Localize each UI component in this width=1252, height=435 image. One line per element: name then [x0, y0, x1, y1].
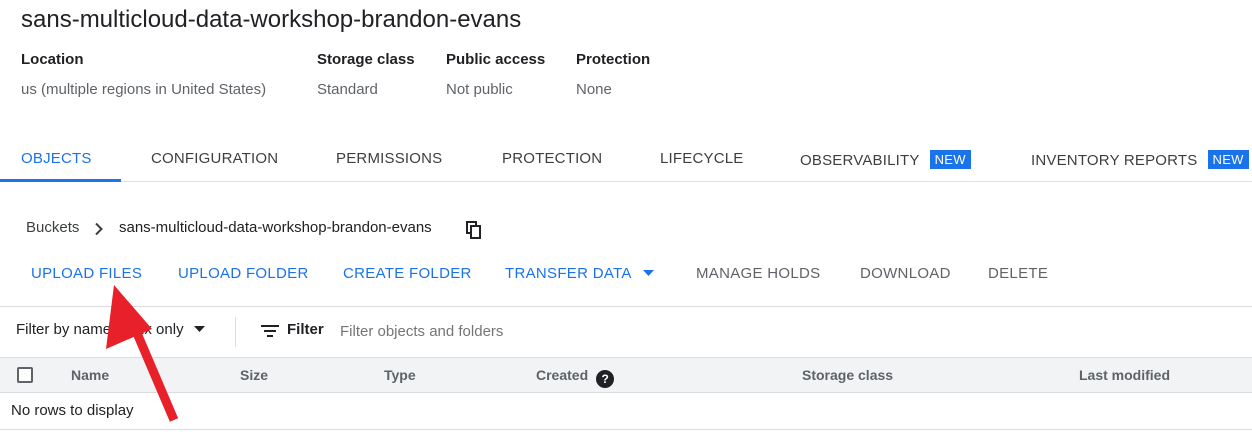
column-header-last-modified[interactable]: Last modified [1079, 367, 1170, 383]
tab-protection[interactable]: PROTECTION [502, 150, 602, 167]
column-header-name[interactable]: Name [71, 367, 109, 383]
tab-inventory-reports[interactable]: INVENTORY REPORTS NEW [1031, 150, 1249, 169]
column-header-size[interactable]: Size [240, 367, 268, 383]
select-all-checkbox[interactable] [17, 367, 33, 383]
new-badge: NEW [929, 150, 971, 169]
action-bar-divider [0, 306, 1252, 307]
public-access-value: Not public [446, 81, 513, 98]
tab-objects[interactable]: OBJECTS [21, 150, 92, 167]
dropdown-arrow-icon [643, 270, 655, 276]
tabs-divider [0, 181, 1252, 182]
filter-mode-value: Filter by name prefix only [16, 321, 184, 338]
storage-class-label: Storage class [317, 51, 415, 68]
location-label: Location [21, 51, 84, 68]
column-header-created-label: Created [536, 367, 589, 383]
table-header [0, 357, 1252, 393]
filter-icon [261, 325, 279, 337]
table-bottom-divider [0, 429, 1252, 430]
manage-holds-button[interactable]: MANAGE HOLDS [696, 265, 820, 282]
breadcrumb-current: sans-multicloud-data-workshop-brandon-ev… [119, 219, 432, 236]
chevron-right-icon [95, 222, 103, 236]
bucket-title: sans-multicloud-data-workshop-brandon-ev… [21, 6, 522, 33]
column-header-type[interactable]: Type [384, 367, 416, 383]
tab-observability[interactable]: OBSERVABILITY NEW [800, 150, 971, 169]
dropdown-arrow-icon [193, 326, 205, 332]
tab-lifecycle[interactable]: LIFECYCLE [660, 150, 744, 167]
filter-mode-select[interactable]: Filter by name prefix only [16, 321, 205, 338]
transfer-data-button[interactable]: TRANSFER DATA [505, 265, 655, 282]
tab-permissions[interactable]: PERMISSIONS [336, 150, 442, 167]
create-folder-button[interactable]: CREATE FOLDER [343, 265, 472, 282]
transfer-data-label: TRANSFER DATA [505, 265, 631, 282]
tab-inventory-reports-label: INVENTORY REPORTS [1031, 152, 1198, 169]
empty-table-message: No rows to display [11, 402, 134, 419]
column-header-created[interactable]: Created? [536, 367, 615, 388]
tab-configuration[interactable]: CONFIGURATION [151, 150, 278, 167]
copy-icon[interactable] [466, 221, 482, 239]
column-header-storage-class[interactable]: Storage class [802, 367, 893, 383]
new-badge: NEW [1207, 150, 1249, 169]
download-button[interactable]: DOWNLOAD [860, 265, 951, 282]
tab-observability-label: OBSERVABILITY [800, 152, 920, 169]
location-value: us (multiple regions in United States) [21, 81, 267, 98]
filter-input[interactable] [338, 318, 662, 344]
public-access-label: Public access [446, 51, 546, 68]
filter-divider [235, 317, 236, 347]
protection-label: Protection [576, 51, 651, 68]
upload-folder-button[interactable]: UPLOAD FOLDER [178, 265, 309, 282]
upload-files-button[interactable]: UPLOAD FILES [31, 265, 142, 282]
active-tab-indicator [0, 179, 121, 182]
delete-button[interactable]: DELETE [988, 265, 1048, 282]
breadcrumb-buckets-link[interactable]: Buckets [26, 219, 79, 236]
help-icon[interactable]: ? [596, 370, 615, 388]
filter-label: Filter [287, 321, 324, 338]
storage-class-value: Standard [317, 81, 378, 98]
protection-value: None [576, 81, 612, 98]
